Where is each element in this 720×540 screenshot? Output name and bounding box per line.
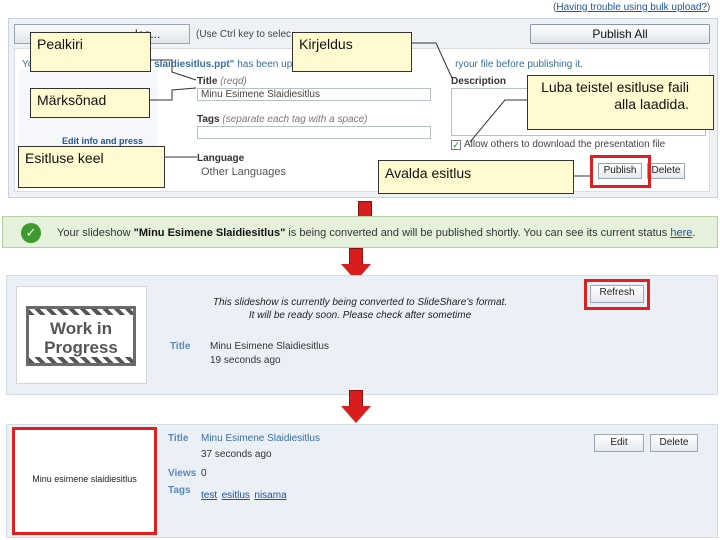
converting-title-label: Title <box>170 341 191 352</box>
edit-button[interactable]: Edit <box>594 434 644 452</box>
tag-list: test esitlus nisama <box>201 485 287 503</box>
published-title-link[interactable]: Minu Esimene Slaidiesitlus <box>201 433 320 444</box>
status-here-link[interactable]: here <box>670 227 692 239</box>
callout-title: Pealkiri <box>30 32 151 72</box>
views-label: Views <box>168 468 197 479</box>
tag-link[interactable]: nisama <box>254 490 286 501</box>
success-message: Your slideshow "Minu Esimene Slaidiesitl… <box>57 227 696 239</box>
tags-connector <box>150 87 197 101</box>
description-connector <box>412 42 453 79</box>
published-time: 37 seconds ago <box>201 449 272 460</box>
check-circle-icon: ✓ <box>21 223 41 243</box>
success-bar: ✓ Your slideshow "Minu Esimene Slaidiesi… <box>2 216 718 248</box>
views-count: 0 <box>201 468 207 479</box>
tags-label: Tags <box>168 485 191 496</box>
callout-tags: Märksõnad <box>30 88 150 118</box>
upload-form-panel: (Having trouble using bulk upload?) les.… <box>0 0 720 200</box>
tag-link[interactable]: esitlus <box>222 490 250 501</box>
callout-publish: Avalda esitlus <box>378 160 574 194</box>
publish-highlight <box>590 155 651 188</box>
converting-title-value: Minu Esimene Slaidiesitlus <box>210 341 329 352</box>
title-connector <box>151 59 197 81</box>
published-title-label: Title <box>168 433 189 444</box>
work-in-progress-image: Work in Progress <box>26 306 136 366</box>
allow-download-connector <box>469 99 527 143</box>
callout-allow-download: Luba teistel esitluse faili alla laadida… <box>527 75 714 130</box>
arrow-down-icon <box>341 390 371 424</box>
converting-message: This slideshow is currently being conver… <box>212 297 508 321</box>
converting-time: 19 seconds ago <box>210 355 281 366</box>
callout-description: Kirjeldus <box>292 32 412 72</box>
callout-language: Esitluse keel <box>18 146 165 188</box>
tag-link[interactable]: test <box>201 490 217 501</box>
thumbnail-highlight <box>12 427 157 535</box>
delete-slideshow-button[interactable]: Delete <box>650 434 698 452</box>
refresh-highlight <box>584 279 650 310</box>
